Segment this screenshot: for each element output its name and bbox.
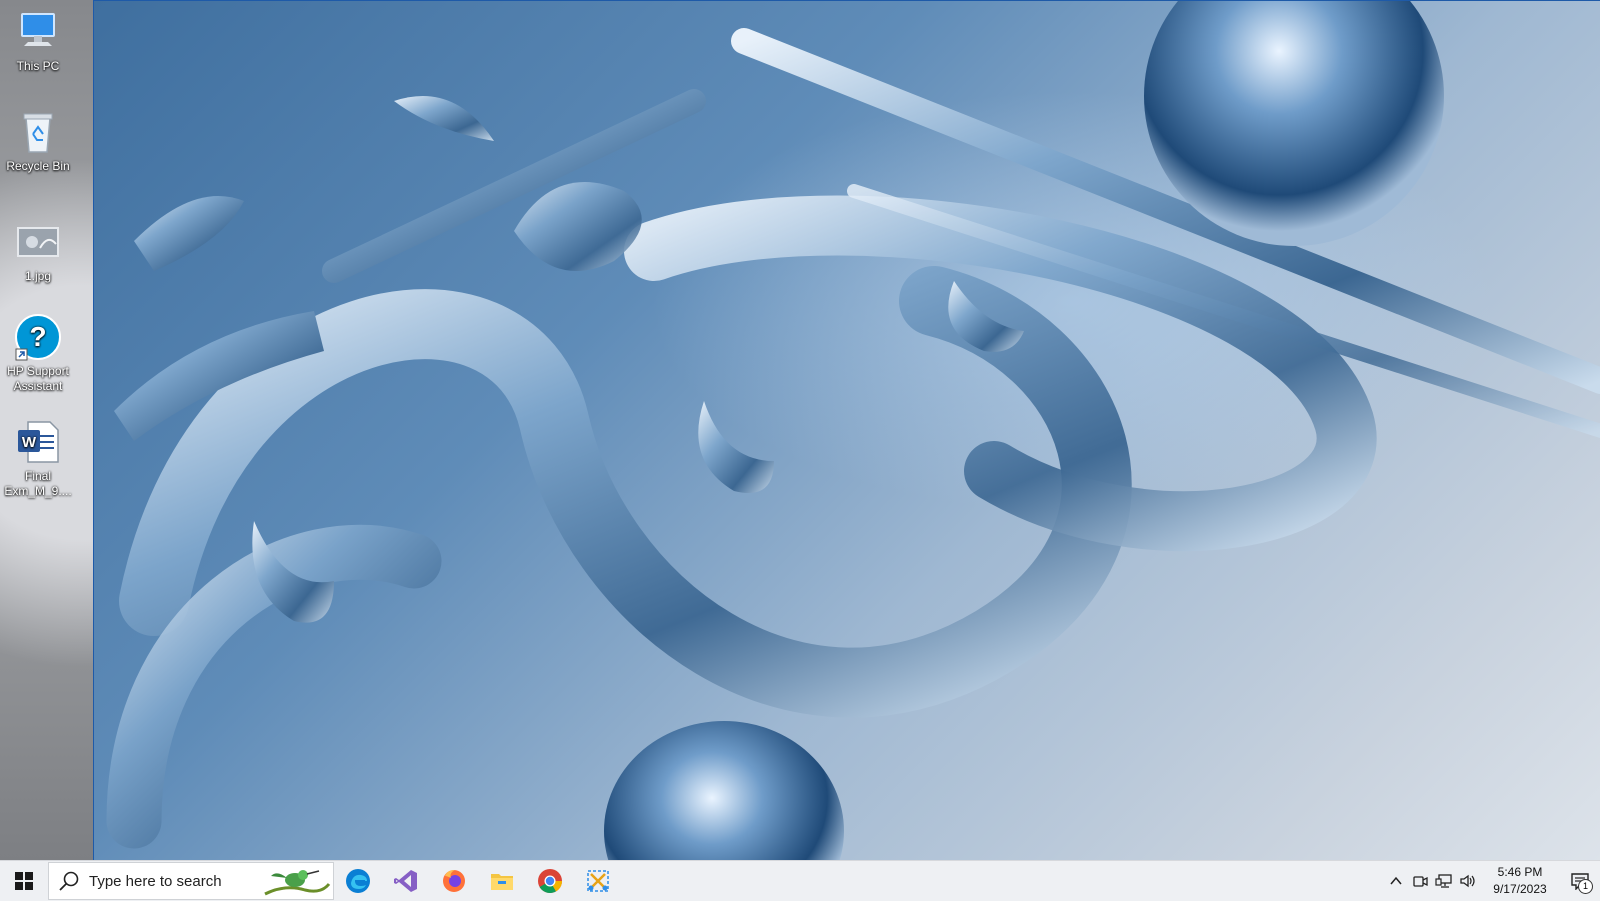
this-pc-icon [14, 8, 62, 56]
desktop-icon-image-file[interactable]: 1.jpg [2, 218, 74, 284]
desktop-icon-label: This PC [16, 59, 60, 73]
desktop-icon-hp-support[interactable]: ? HP Support Assistant [2, 313, 74, 394]
volume-button[interactable] [1456, 861, 1480, 901]
action-center-button[interactable]: 1 [1560, 861, 1600, 901]
desktop-icon-label: Final Exm_M_9.... [4, 469, 72, 498]
camera-icon [1413, 876, 1428, 887]
file-explorer-icon [491, 874, 513, 890]
search-placeholder: Type here to search [89, 872, 222, 890]
chevron-up-icon [1390, 876, 1402, 885]
snipping-tool-icon [587, 870, 609, 892]
clock-time: 5:46 PM [1497, 865, 1543, 879]
notification-count-badge: 1 [1578, 879, 1593, 894]
meet-now-button[interactable] [1408, 861, 1432, 901]
help-question-icon: ? [14, 313, 62, 361]
wallpaper-art [106, 1, 1600, 860]
visual-studio-icon [394, 870, 417, 892]
taskbar-clock[interactable]: 5:46 PM 9/17/2023 [1486, 864, 1554, 898]
chrome-icon [538, 869, 562, 894]
taskbar-search-box[interactable]: Type here to search [48, 862, 334, 900]
edge-icon [346, 869, 370, 893]
clock-date: 9/17/2023 [1493, 882, 1547, 896]
show-hidden-icons-button[interactable] [1384, 861, 1408, 901]
start-button[interactable] [0, 861, 48, 901]
image-file-icon [14, 218, 62, 266]
taskbar-app-visual-studio[interactable] [382, 861, 430, 901]
desktop-icon-label: 1.jpg [24, 269, 52, 283]
desktop-icon-label: Recycle Bin [6, 159, 70, 173]
taskbar-app-chrome[interactable] [526, 861, 574, 901]
desktop-wallpaper [93, 0, 1600, 860]
windows-logo-icon [15, 872, 33, 890]
taskbar-app-file-explorer[interactable] [478, 861, 526, 901]
search-icon [59, 871, 79, 891]
taskbar-app-firefox[interactable] [430, 861, 478, 901]
word-document-icon: W [14, 418, 62, 466]
desktop-icon-this-pc[interactable]: This PC [2, 8, 74, 74]
taskbar-app-snipping-tool[interactable] [574, 861, 622, 901]
desktop-icon-recycle-bin[interactable]: Recycle Bin [2, 108, 74, 174]
network-button[interactable] [1432, 861, 1456, 901]
firefox-icon [443, 870, 465, 892]
recycle-bin-icon [14, 108, 62, 156]
desktop-icon-word-document[interactable]: W Final Exm_M_9.... [2, 418, 74, 499]
taskbar: Type here to search 5:46 PM 9/17/2023 1 [0, 860, 1600, 901]
desktop[interactable]: This PC Recycle Bin 1.jpg ? HP Support A… [0, 0, 1600, 860]
svg-text:?: ? [29, 321, 46, 352]
desktop-icon-label: HP Support Assistant [7, 364, 69, 393]
taskbar-app-edge[interactable] [334, 861, 382, 901]
search-highlight-bird-icon [264, 870, 331, 896]
svg-text:W: W [22, 434, 37, 451]
system-tray: 5:46 PM 9/17/2023 1 [1384, 861, 1600, 901]
speaker-icon [1460, 874, 1475, 888]
network-icon [1435, 874, 1452, 888]
